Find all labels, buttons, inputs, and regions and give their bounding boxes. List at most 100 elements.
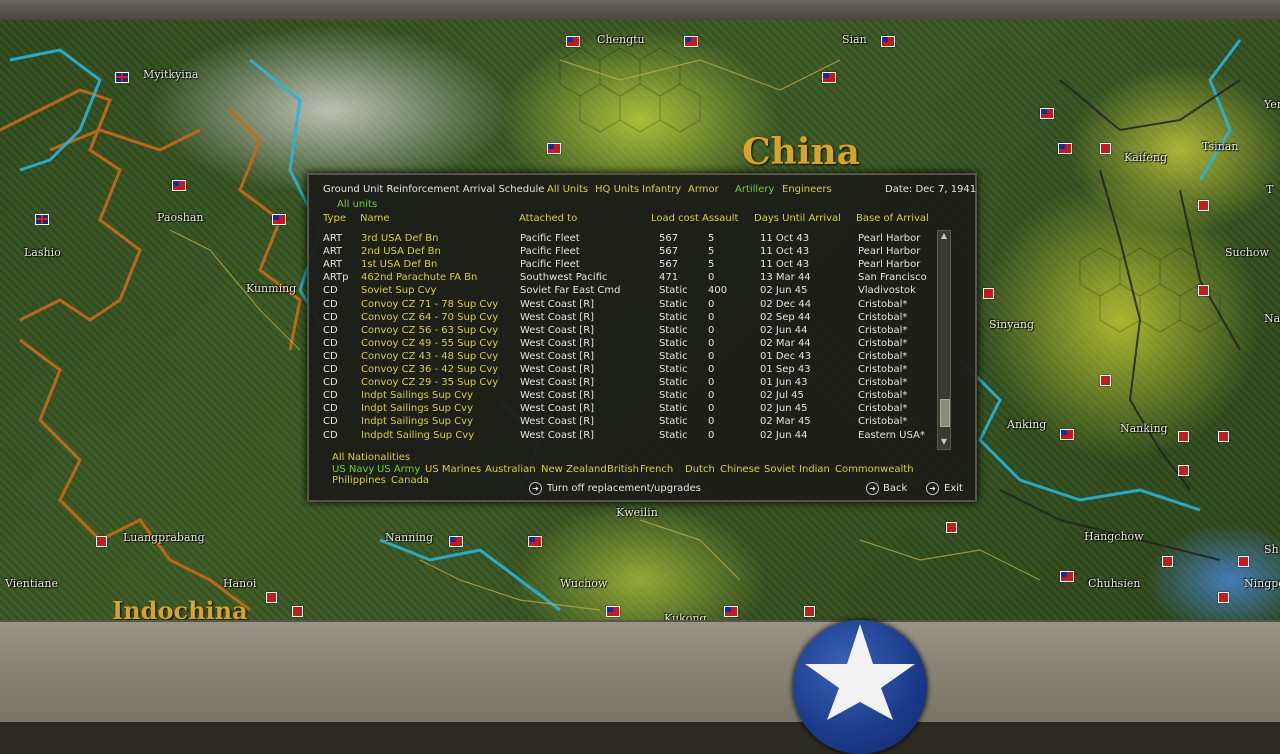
place-chengtu[interactable]: Chengtu bbox=[597, 33, 645, 46]
nationality-filter[interactable]: Dutch bbox=[685, 464, 715, 476]
japanese-unit-icon[interactable] bbox=[292, 606, 303, 617]
filter-infantry[interactable]: Infantry bbox=[642, 184, 681, 196]
table-row[interactable]: CD Convoy CZ 49 - 55 Sup Cvy West Coast [R… bbox=[323, 337, 933, 350]
japanese-unit-icon[interactable] bbox=[946, 522, 957, 533]
table-row[interactable]: ART 3rd USA Def Bn Pacific Fleet 567 5 11 Oct… bbox=[323, 232, 933, 245]
place-nanning[interactable]: Nanning bbox=[385, 531, 433, 544]
filter-engineers[interactable]: Engineers bbox=[782, 184, 832, 196]
exit-icon[interactable]: ➜ bbox=[926, 482, 939, 495]
column-header-base-of-arrival[interactable]: Base of Arrival bbox=[856, 213, 929, 225]
chinese-base-icon[interactable] bbox=[684, 36, 698, 47]
chinese-base-icon[interactable] bbox=[566, 36, 580, 47]
place-myitkyina[interactable]: Myitkyina bbox=[143, 68, 198, 81]
place-ningpo[interactable]: Ningpo bbox=[1244, 577, 1280, 590]
chinese-base-icon[interactable] bbox=[881, 36, 895, 47]
chinese-base-icon[interactable] bbox=[449, 536, 463, 547]
unit-name[interactable]: Indpt Sailings Sup Cvy bbox=[361, 389, 473, 402]
japanese-unit-icon[interactable] bbox=[804, 606, 815, 617]
unit-name[interactable]: Convoy CZ 36 - 42 Sup Cvy bbox=[361, 363, 498, 376]
place-hanoi[interactable]: Hanoi bbox=[223, 577, 256, 590]
column-header-assault[interactable]: Assault bbox=[702, 213, 738, 225]
place-chuhsien[interactable]: Chuhsien bbox=[1088, 577, 1140, 590]
scroll-down-icon[interactable]: ▼ bbox=[939, 437, 949, 447]
back-button[interactable]: Back bbox=[883, 483, 907, 495]
japanese-unit-icon[interactable] bbox=[1198, 285, 1209, 296]
unit-name[interactable]: 2nd USA Def Bn bbox=[361, 245, 441, 258]
table-row[interactable]: CD Convoy CZ 56 - 63 Sup Cvy West Coast [R… bbox=[323, 324, 933, 337]
british-base-icon[interactable] bbox=[35, 214, 49, 225]
nationality-filter[interactable]: Chinese bbox=[720, 464, 760, 476]
chinese-base-icon[interactable] bbox=[528, 536, 542, 547]
unit-name[interactable]: 1st USA Def Bn bbox=[361, 258, 437, 271]
place-yen[interactable]: Yen bbox=[1264, 98, 1280, 111]
table-row[interactable]: ARTp 462nd Parachute FA Bn Southwest Pacif… bbox=[323, 271, 933, 284]
japanese-unit-icon[interactable] bbox=[1162, 556, 1173, 567]
chinese-base-icon[interactable] bbox=[272, 214, 286, 225]
japanese-unit-icon[interactable] bbox=[983, 288, 994, 299]
table-row[interactable]: CD Convoy CZ 29 - 35 Sup Cvy West Coast [R… bbox=[323, 376, 933, 389]
nationality-filter[interactable]: French bbox=[640, 464, 673, 476]
table-row[interactable]: CD Convoy CZ 64 - 70 Sup Cvy West Coast [R… bbox=[323, 311, 933, 324]
table-row[interactable]: CD Indpt Sailings Sup Cvy West Coast [R] St… bbox=[323, 389, 933, 402]
filter-all-units[interactable]: All Units bbox=[547, 184, 588, 196]
place-nanki[interactable]: Nanki bbox=[1264, 312, 1280, 325]
table-row[interactable]: CD Soviet Sup Cvy Soviet Far East Cmd Stati… bbox=[323, 284, 933, 297]
filter-artillery[interactable]: Artillery bbox=[735, 184, 774, 196]
table-row[interactable]: CD Convoy CZ 36 - 42 Sup Cvy West Coast [R… bbox=[323, 363, 933, 376]
chinese-base-icon[interactable] bbox=[1058, 143, 1072, 154]
japanese-unit-icon[interactable] bbox=[1218, 592, 1229, 603]
place-luangprabang[interactable]: Luangprabang bbox=[123, 531, 205, 544]
chinese-base-icon[interactable] bbox=[822, 72, 836, 83]
unit-name[interactable]: Indpdt Sailing Sup Cvy bbox=[361, 429, 474, 442]
table-row[interactable]: CD Indpt Sailings Sup Cvy West Coast [R] St… bbox=[323, 415, 933, 428]
nationality-filter[interactable]: New Zealand bbox=[541, 464, 607, 476]
japanese-unit-icon[interactable] bbox=[96, 536, 107, 547]
chinese-base-icon[interactable] bbox=[606, 606, 620, 617]
scroll-up-icon[interactable]: ▲ bbox=[939, 231, 949, 241]
chinese-base-icon[interactable] bbox=[172, 180, 186, 191]
unit-name[interactable]: 462nd Parachute FA Bn bbox=[361, 271, 477, 284]
place-lashio[interactable]: Lashio bbox=[24, 246, 61, 259]
exit-button[interactable]: Exit bbox=[944, 483, 963, 495]
place-anking[interactable]: Anking bbox=[1007, 418, 1046, 431]
table-row[interactable]: CD Indpt Sailings Sup Cvy West Coast [R] St… bbox=[323, 402, 933, 415]
unit-name[interactable]: Indpt Sailings Sup Cvy bbox=[361, 415, 473, 428]
place-kunming[interactable]: Kunming bbox=[246, 282, 296, 295]
column-header-type[interactable]: Type bbox=[323, 213, 346, 225]
table-row[interactable]: CD Convoy CZ 43 - 48 Sup Cvy West Coast [R… bbox=[323, 350, 933, 363]
nationality-filter[interactable]: Philippines bbox=[332, 475, 386, 487]
place-tsinan[interactable]: Tsinan bbox=[1202, 140, 1238, 153]
nationality-filter[interactable]: US Marines bbox=[425, 464, 481, 476]
column-header-name[interactable]: Name bbox=[360, 213, 390, 225]
unit-name[interactable]: Indpt Sailings Sup Cvy bbox=[361, 402, 473, 415]
filter-armor[interactable]: Armor bbox=[688, 184, 719, 196]
place-sian[interactable]: Sian bbox=[842, 33, 867, 46]
back-icon[interactable]: ➜ bbox=[866, 482, 879, 495]
place-sh[interactable]: Sh bbox=[1264, 543, 1279, 556]
unit-name[interactable]: Convoy CZ 56 - 63 Sup Cvy bbox=[361, 324, 498, 337]
nationality-filter[interactable]: Canada bbox=[391, 475, 429, 487]
unit-name[interactable]: Convoy CZ 64 - 70 Sup Cvy bbox=[361, 311, 498, 324]
chinese-base-icon[interactable] bbox=[1060, 429, 1074, 440]
unit-name[interactable]: 3rd USA Def Bn bbox=[361, 232, 438, 245]
place-kaifeng[interactable]: Kaifeng bbox=[1124, 151, 1167, 164]
japanese-unit-icon[interactable] bbox=[1178, 465, 1189, 476]
japanese-unit-icon[interactable] bbox=[1218, 431, 1229, 442]
us-star-emblem-icon[interactable] bbox=[793, 620, 927, 754]
table-row[interactable]: CD Indpdt Sailing Sup Cvy West Coast [R] St… bbox=[323, 429, 933, 442]
place-sinyang[interactable]: Sinyang bbox=[989, 318, 1034, 331]
chinese-base-icon[interactable] bbox=[1040, 108, 1054, 119]
filter-hq-units[interactable]: HQ Units bbox=[595, 184, 639, 196]
unit-name[interactable]: Convoy CZ 71 - 78 Sup Cvy bbox=[361, 298, 498, 311]
place-hangchow[interactable]: Hangchow bbox=[1084, 530, 1144, 543]
column-header-days-until-arrival[interactable]: Days Until Arrival bbox=[754, 213, 841, 225]
turn-off-icon[interactable]: ➜ bbox=[529, 482, 542, 495]
chinese-base-icon[interactable] bbox=[1060, 571, 1074, 582]
place-kweilin[interactable]: Kweilin bbox=[616, 506, 658, 519]
place-t[interactable]: T bbox=[1266, 183, 1273, 196]
unit-name[interactable]: Convoy CZ 29 - 35 Sup Cvy bbox=[361, 376, 498, 389]
chinese-base-icon[interactable] bbox=[724, 606, 738, 617]
table-row[interactable]: CD Convoy CZ 71 - 78 Sup Cvy West Coast [R… bbox=[323, 298, 933, 311]
table-row[interactable]: ART 1st USA Def Bn Pacific Fleet 567 5 11 Oct… bbox=[323, 258, 933, 271]
column-header-attached[interactable]: Attached to bbox=[519, 213, 577, 225]
